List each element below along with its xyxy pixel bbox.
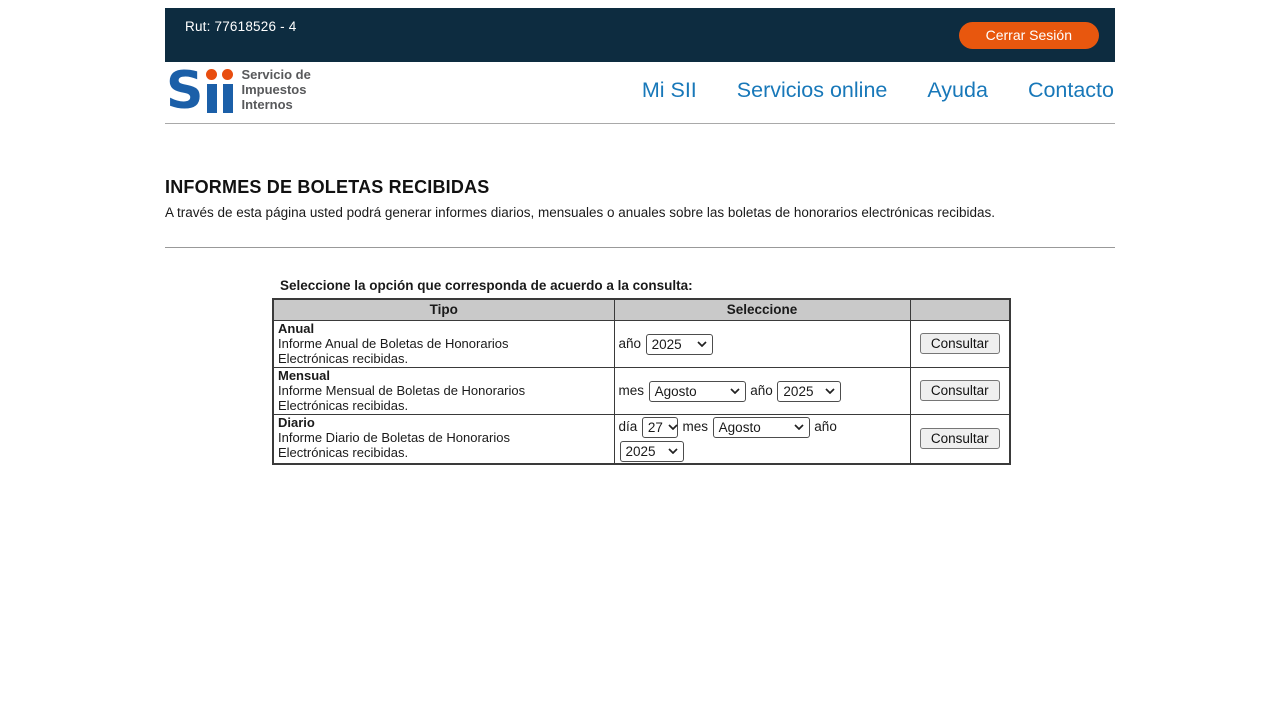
chevron-down-icon (730, 388, 740, 394)
diario-action-cell: Consultar (910, 414, 1010, 464)
divider (165, 247, 1115, 248)
chevron-down-icon (825, 388, 835, 394)
header-accion (910, 299, 1010, 320)
diario-consultar-button[interactable]: Consultar (920, 428, 1000, 449)
table-header-row: Tipo Seleccione (273, 299, 1010, 320)
main-nav: Mi SII Servicios online Ayuda Contacto (642, 78, 1115, 103)
nav-contacto[interactable]: Contacto (1028, 78, 1114, 103)
consulta-section: Seleccione la opción que corresponda de … (272, 278, 1009, 465)
diario-day-select[interactable]: 27 (642, 417, 678, 438)
mensual-tipo-cell: Mensual Informe Mensual de Boletas de Ho… (273, 367, 614, 414)
anual-year-label: año (619, 336, 642, 351)
diario-month-label: mes (683, 419, 709, 434)
logo-letter-i-icon (206, 69, 217, 113)
anual-consultar-button[interactable]: Consultar (920, 333, 1000, 354)
nav-servicios-online[interactable]: Servicios online (737, 78, 888, 103)
mensual-type-label: Mensual (278, 368, 610, 383)
mensual-action-cell: Consultar (910, 367, 1010, 414)
anual-description: Informe Anual de Boletas de Honorarios E… (278, 336, 550, 367)
mensual-month-select[interactable]: Agosto (649, 381, 746, 402)
header-seleccione: Seleccione (614, 299, 910, 320)
header-bar: S Servicio de Impuestos Internos Mi SII … (165, 62, 1115, 124)
anual-year-select[interactable]: 2025 (646, 334, 713, 355)
mensual-year-label: año (750, 383, 773, 398)
chevron-down-icon (697, 341, 707, 347)
page-subtitle: A través de esta página usted podrá gene… (165, 205, 1115, 220)
nav-ayuda[interactable]: Ayuda (927, 78, 988, 103)
anual-select-cell: año 2025 (614, 320, 910, 367)
table-row-anual: Anual Informe Anual de Boletas de Honora… (273, 320, 1010, 367)
table-row-mensual: Mensual Informe Mensual de Boletas de Ho… (273, 367, 1010, 414)
sii-logo: S Servicio de Impuestos Internos (166, 67, 311, 114)
chevron-down-icon (794, 424, 804, 430)
chevron-down-icon (668, 424, 678, 430)
mensual-consultar-button[interactable]: Consultar (920, 380, 1000, 401)
mensual-select-cell: mes Agosto año 2025 (614, 367, 910, 414)
diario-day-label: día (619, 419, 638, 434)
page-title: INFORMES DE BOLETAS RECIBIDAS (165, 177, 1115, 198)
logo-letter-i-icon (222, 69, 233, 113)
chevron-down-icon (668, 448, 678, 454)
mensual-month-label: mes (619, 383, 645, 398)
logo-caption: Servicio de Impuestos Internos (241, 67, 310, 114)
top-session-bar: Rut: 77618526 - 4 Cerrar Sesión (165, 8, 1115, 62)
header-tipo: Tipo (273, 299, 614, 320)
informes-table: Tipo Seleccione Anual Informe Anual de B… (272, 298, 1011, 465)
anual-type-label: Anual (278, 321, 610, 336)
nav-mi-sii[interactable]: Mi SII (642, 78, 697, 103)
rut-label: Rut: 77618526 - 4 (185, 19, 296, 34)
logo-letter-s: S (166, 70, 201, 113)
logout-button[interactable]: Cerrar Sesión (959, 22, 1099, 49)
sii-logo-glyphs-icon: S (166, 69, 233, 113)
table-row-diario: Diario Informe Diario de Boletas de Hono… (273, 414, 1010, 464)
main-content: INFORMES DE BOLETAS RECIBIDAS A través d… (165, 124, 1115, 465)
diario-month-select[interactable]: Agosto (713, 417, 810, 438)
anual-action-cell: Consultar (910, 320, 1010, 367)
diario-year-select[interactable]: 2025 (620, 441, 684, 462)
diario-type-label: Diario (278, 415, 610, 430)
anual-tipo-cell: Anual Informe Anual de Boletas de Honora… (273, 320, 614, 367)
page-container: Rut: 77618526 - 4 Cerrar Sesión S Servic… (165, 8, 1115, 465)
diario-tipo-cell: Diario Informe Diario de Boletas de Hono… (273, 414, 614, 464)
mensual-description: Informe Mensual de Boletas de Honorarios… (278, 383, 550, 414)
diario-year-label: año (814, 419, 837, 434)
table-caption: Seleccione la opción que corresponda de … (280, 278, 1009, 293)
diario-description: Informe Diario de Boletas de Honorarios … (278, 430, 550, 461)
mensual-year-select[interactable]: 2025 (777, 381, 841, 402)
diario-select-cell: día 27 mes Agosto año (614, 414, 910, 464)
